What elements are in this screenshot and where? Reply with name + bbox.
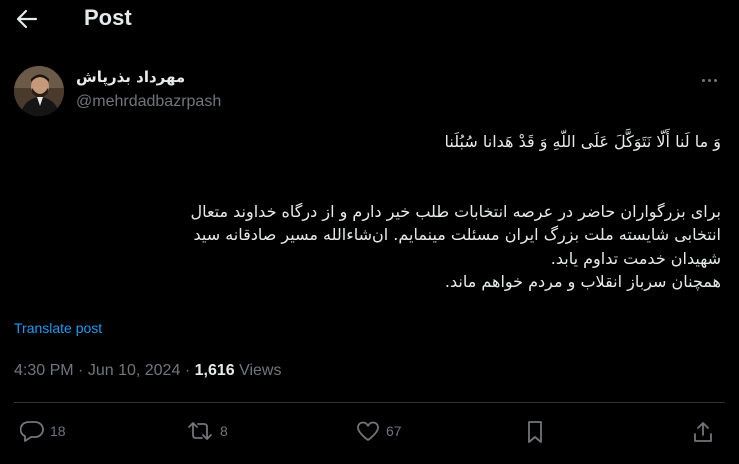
like-button[interactable]: 67 (356, 420, 402, 442)
tweet-line: انتخابی شایسته ملت بزرگ ایران مسئلت مینم… (193, 225, 721, 244)
post-page: Post مهرداد بذرپاش @mehrdadbazrpash وَ م… (0, 0, 739, 464)
meta-separator: · (78, 362, 84, 379)
repost-button[interactable]: 8 (186, 420, 228, 442)
repost-icon (188, 422, 212, 440)
page-title: Post (84, 5, 132, 30)
action-bar: 18 8 67 (0, 420, 739, 450)
profile-photo-icon (14, 66, 64, 116)
reply-button[interactable]: 18 (20, 420, 66, 442)
post-time[interactable]: 4:30 PM (14, 362, 74, 379)
post-date[interactable]: Jun 10, 2024 (88, 362, 181, 379)
like-count: 67 (386, 423, 402, 439)
bookmark-button[interactable] (525, 420, 545, 444)
heart-icon (357, 421, 379, 441)
meta-separator: · (184, 362, 191, 379)
repost-count: 8 (220, 423, 228, 439)
tweet-text: وَ ما لَنا أَلّا نَتَوَکَّلَ عَلَی اللّه… (17, 130, 721, 294)
tweet-line: برای بزرگواران حاضر در عرصه انتخابات طلب… (190, 201, 721, 221)
divider (14, 402, 725, 403)
more-options-button[interactable] (697, 70, 721, 90)
avatar[interactable] (14, 66, 64, 116)
translate-post-link[interactable]: Translate post (14, 320, 102, 336)
share-icon (694, 422, 712, 442)
header-bar: Post (0, 0, 739, 38)
views-count: 1,616 (194, 362, 235, 379)
reply-count: 18 (50, 423, 66, 439)
tweet-line: شهیدان خدمت تداوم یابد. (550, 248, 721, 268)
back-button[interactable] (14, 7, 40, 31)
tweet-line: همچنان سرباز انقلاب و مردم خواهم ماند. (444, 272, 721, 291)
tweet-line: وَ ما لَنا أَلّا نَتَوَکَّلَ عَلَی اللّه… (444, 132, 721, 151)
author-display-name[interactable]: مهرداد بذرپاش (76, 68, 185, 86)
views-label: Views (239, 362, 282, 379)
share-button[interactable] (692, 420, 714, 444)
post-meta: 4:30 PM · Jun 10, 2024 · 1,616 Views (14, 362, 281, 380)
arrow-left-icon (16, 9, 38, 29)
more-dot (707, 78, 711, 82)
author-handle[interactable]: @mehrdadbazrpash (76, 93, 221, 111)
more-dot (713, 78, 717, 82)
more-dot (701, 78, 705, 82)
bookmark-icon (528, 421, 542, 443)
reply-icon (20, 421, 44, 442)
